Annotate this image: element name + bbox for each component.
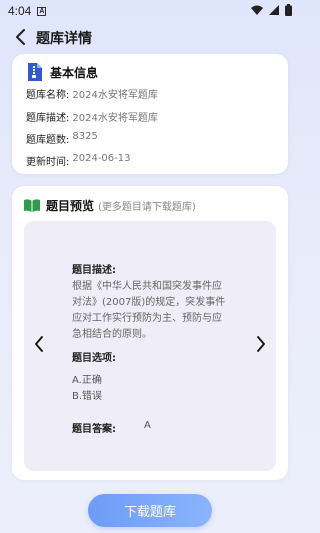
info-value: 2024水安将军题库 — [72, 90, 158, 101]
info-label: 题库题数: — [26, 135, 70, 146]
status-time: 4:04 — [8, 4, 32, 18]
question-preview-card: 题目预览 (更多题目请下载题库) 题目描述: 根据《中华人民共和国突发事件应对法… — [12, 186, 288, 480]
preview-title: 题目预览 — [46, 199, 95, 213]
info-label: 题库描述: — [26, 113, 70, 124]
back-arrow-icon — [16, 29, 25, 45]
wifi-icon — [251, 5, 263, 15]
info-row-count: 题库题数: 8325 — [26, 131, 98, 146]
info-label: 更新时间: — [26, 157, 70, 168]
page-title: 题库详情 — [36, 31, 92, 47]
question-options-label: 题目选项: — [72, 353, 116, 364]
question-description-label: 题目描述: — [72, 265, 116, 276]
question-box: 题目描述: 根据《中华人民共和国突发事件应对法》(2007版)的规定，突发事件应… — [24, 221, 276, 471]
signal-icon — [269, 5, 279, 15]
battery-icon — [285, 4, 292, 16]
question-answer-label: 题目答案: — [72, 424, 116, 435]
chevron-left-icon — [35, 336, 43, 352]
download-button[interactable]: 下载题库 — [88, 494, 212, 527]
status-bar: 4:04 A — [0, 0, 300, 22]
book-icon — [24, 199, 40, 212]
info-row-name: 题库名称: 2024水安将军题库 — [26, 86, 158, 101]
basic-info-card: 基本信息 题库名称: 2024水安将军题库 题库描述: 2024水安将军题库 题… — [12, 54, 288, 174]
notification-icon: A — [37, 6, 47, 16]
info-row-description: 题库描述: 2024水安将军题库 — [26, 109, 158, 124]
info-value: 2024水安将军题库 — [72, 113, 158, 124]
basic-info-title: 基本信息 — [50, 65, 99, 80]
next-question-button[interactable] — [250, 333, 272, 355]
info-value: 8325 — [72, 131, 98, 142]
question-answer-value: A — [144, 420, 151, 431]
top-bar: 题库详情 — [0, 22, 300, 52]
basic-info-header: 基本信息 — [26, 63, 98, 81]
question-option: A.正确 — [72, 375, 102, 386]
info-value: 2024-06-13 — [72, 153, 131, 164]
info-row-updated: 更新时间: 2024-06-13 — [26, 153, 131, 168]
preview-subtitle: (更多题目请下载题库) — [98, 202, 196, 213]
question-description-text: 根据《中华人民共和国突发事件应对法》(2007版)的规定，突发事件应对工作实行预… — [72, 281, 226, 340]
previous-question-button[interactable] — [28, 333, 50, 355]
back-button[interactable] — [10, 26, 32, 48]
info-label: 题库名称: — [26, 90, 70, 101]
preview-header: 题目预览 (更多题目请下载题库) — [24, 197, 196, 214]
status-icons — [251, 4, 292, 16]
document-zip-icon — [28, 63, 42, 81]
question-option: B.错误 — [72, 391, 103, 402]
chevron-right-icon — [257, 336, 265, 352]
